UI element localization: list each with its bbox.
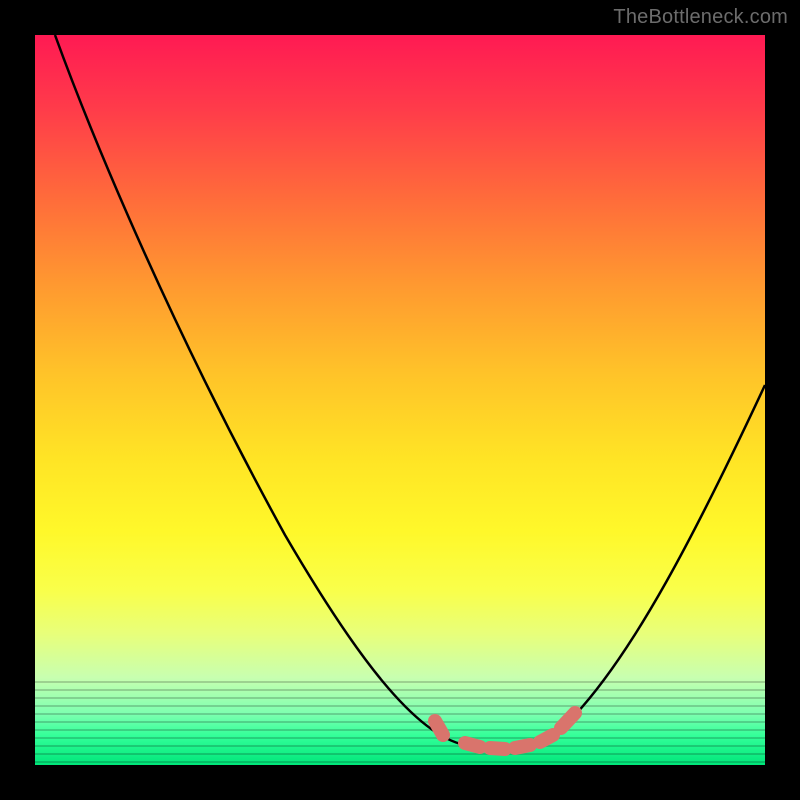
bottleneck-curve [55, 35, 765, 748]
watermark-text: TheBottleneck.com [613, 6, 788, 29]
chart-frame: TheBottleneck.com [0, 0, 800, 800]
plot-area [35, 35, 765, 765]
curve-svg [35, 35, 765, 765]
